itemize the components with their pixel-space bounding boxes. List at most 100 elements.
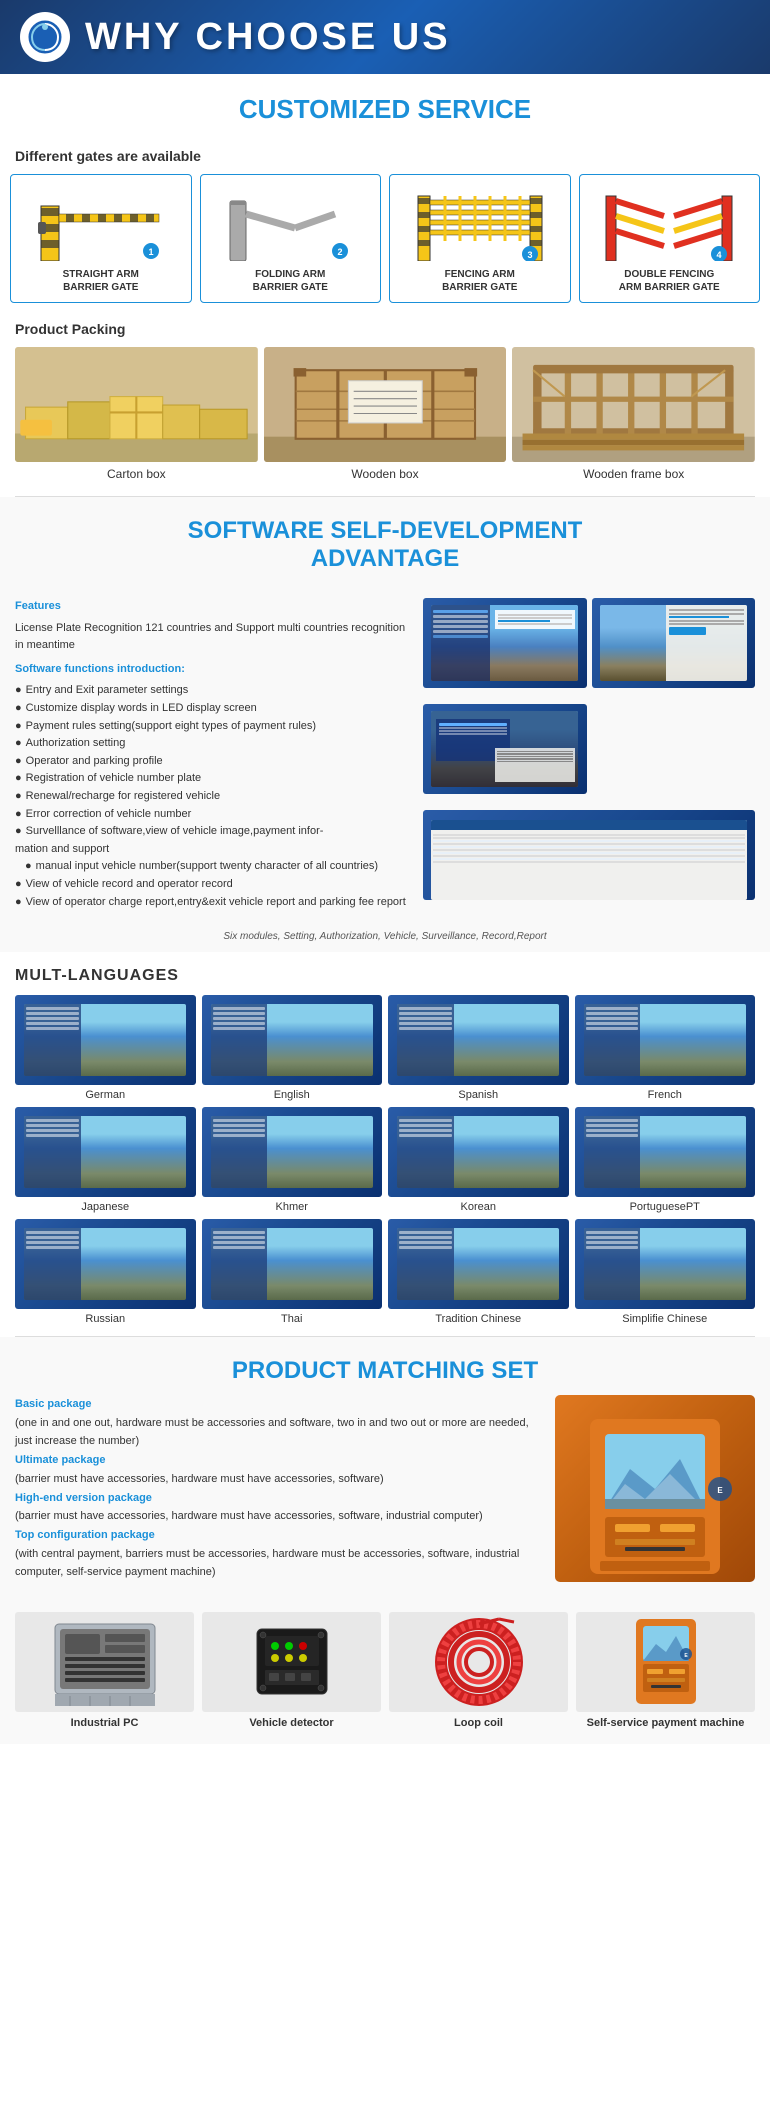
panel-line [399,1017,452,1020]
panel-line [26,1124,79,1127]
lang-portuguese-screen [575,1107,756,1197]
industrial-pc-image [15,1612,194,1712]
panel-line [26,1027,79,1030]
functions-list: Entry and Exit parameter settings Custom… [15,682,413,911]
basic-pkg-desc: (one in and one out, hardware must be ac… [15,1417,529,1448]
screen-1-inner [431,605,578,682]
panel-line [399,1007,452,1010]
software-caption: Six modules, Setting, Authorization, Veh… [0,926,770,952]
lang-korean-panel [397,1116,454,1188]
lang-german-panel [24,1004,81,1076]
panel-line [399,1241,452,1244]
lang-simplified-chinese: Simplifie Chinese [575,1219,756,1325]
payment-machine-thumb: E [576,1612,755,1712]
func-6: Registration of vehicle number plate [15,770,413,788]
lang-traditional-chinese: Tradition Chinese [388,1219,569,1325]
func-11: View of vehicle record and operator reco… [15,876,413,894]
panel-line [26,1236,79,1239]
product-content: Basic package (one in and one out, hardw… [15,1395,755,1592]
lang-english: English [202,995,383,1101]
ultimate-pkg-title: Ultimate package [15,1454,105,1466]
lang-spanish-inner [397,1004,559,1076]
loop-coil-label: Loop coil [389,1717,568,1729]
software-heading-blue: SOFTWARE [188,517,324,544]
gates-grid: 1 STRAIGHT ARMBARRIER GATE 2 FOLDING ARM… [0,169,770,313]
panel-line [399,1022,452,1025]
software-content: Features License Plate Recognition 121 c… [0,588,770,926]
lang-japanese-screen [15,1107,196,1197]
lang-french-inner [584,1004,746,1076]
lang-russian-screen [15,1219,196,1309]
high-end-pkg-title: High-end version package [15,1492,152,1504]
high-end-pkg-desc: (barrier must have accessories, hardware… [15,1510,483,1522]
product-text: Basic package (one in and one out, hardw… [15,1395,545,1582]
panel-line [213,1007,266,1010]
panel-line [586,1241,639,1244]
panel-line [26,1012,79,1015]
software-section: SOFTWARE SELF-DEVELOPMENTADVANTAGE [0,497,770,588]
wooden-label: Wooden box [264,467,507,481]
component-industrial-pc: Industrial PC [15,1612,194,1729]
panel-line [586,1017,639,1020]
svg-text:3: 3 [527,250,532,260]
panel-line [213,1236,266,1239]
panel-line [213,1027,266,1030]
gate-3: 3 FENCING ARMBARRIER GATE [389,174,571,303]
gate-2-visual: 2 [206,183,376,263]
gate-4-visual: 4 [585,183,755,263]
top-pkg-desc: (with central payment, barriers must be … [15,1548,519,1579]
panel-line [213,1246,266,1249]
lang-traditional-chinese-label: Tradition Chinese [388,1313,569,1325]
packing-wooden: Wooden box [264,347,507,481]
lang-french: French [575,995,756,1101]
customized-heading: CUSTOMIZED SERVICE [15,94,755,125]
page-title: WHY CHOOSE US [85,16,451,59]
lang-khmer-inner [211,1116,373,1188]
panel-line [399,1124,452,1127]
lang-simplified-chinese-label: Simplifie Chinese [575,1313,756,1325]
screen-3-inner [431,711,578,788]
lang-spanish-label: Spanish [388,1089,569,1101]
screen-2-inner [600,605,747,682]
panel-line [26,1231,79,1234]
panel-line [213,1012,266,1015]
svg-text:4: 4 [717,250,722,260]
lang-russian-inner [24,1228,186,1300]
lang-russian: Russian [15,1219,196,1325]
func-8: Error correction of vehicle number [15,806,413,824]
lang-simplified-chinese-panel [584,1228,641,1300]
lang-thai: Thai [202,1219,383,1325]
wooden-frame-label: Wooden frame box [512,467,755,481]
industrial-pc-label: Industrial PC [15,1717,194,1729]
lang-row-3: Russian Thai [15,1219,755,1325]
func-5: Operator and parking profile [15,753,413,771]
lang-traditional-chinese-screen [388,1219,569,1309]
packing-subtitle: Product Packing [0,313,770,342]
screen-3 [423,704,586,794]
func-2: Customize display words in LED display s… [15,700,413,718]
vehicle-detector-label: Vehicle detector [202,1717,381,1729]
panel-line [586,1022,639,1025]
panel-line [26,1129,79,1132]
header: WHY CHOOSE US [0,0,770,74]
payment-machine-image: E [555,1395,755,1582]
lang-simplified-chinese-inner [584,1228,746,1300]
customized-heading-blue: CUSTOMIZED [239,94,410,124]
panel-line [586,1236,639,1239]
panel-line [586,1027,639,1030]
gate-1-label: STRAIGHT ARMBARRIER GATE [16,268,186,294]
lang-traditional-chinese-inner [397,1228,559,1300]
panel-line [399,1231,452,1234]
packing-grid: Carton box [0,342,770,496]
payment-machine-label: Self-service payment machine [576,1717,755,1729]
features-title: Features [15,598,413,616]
lang-row-2: Japanese Khmer [15,1107,755,1213]
svg-text:E: E [717,1486,723,1495]
panel-line [26,1246,79,1249]
lang-german: German [15,995,196,1101]
lang-korean-screen [388,1107,569,1197]
panel-line [399,1134,452,1137]
panel-line [586,1012,639,1015]
lang-german-screen [15,995,196,1085]
component-payment-machine: E Self-service payment machine [576,1612,755,1729]
